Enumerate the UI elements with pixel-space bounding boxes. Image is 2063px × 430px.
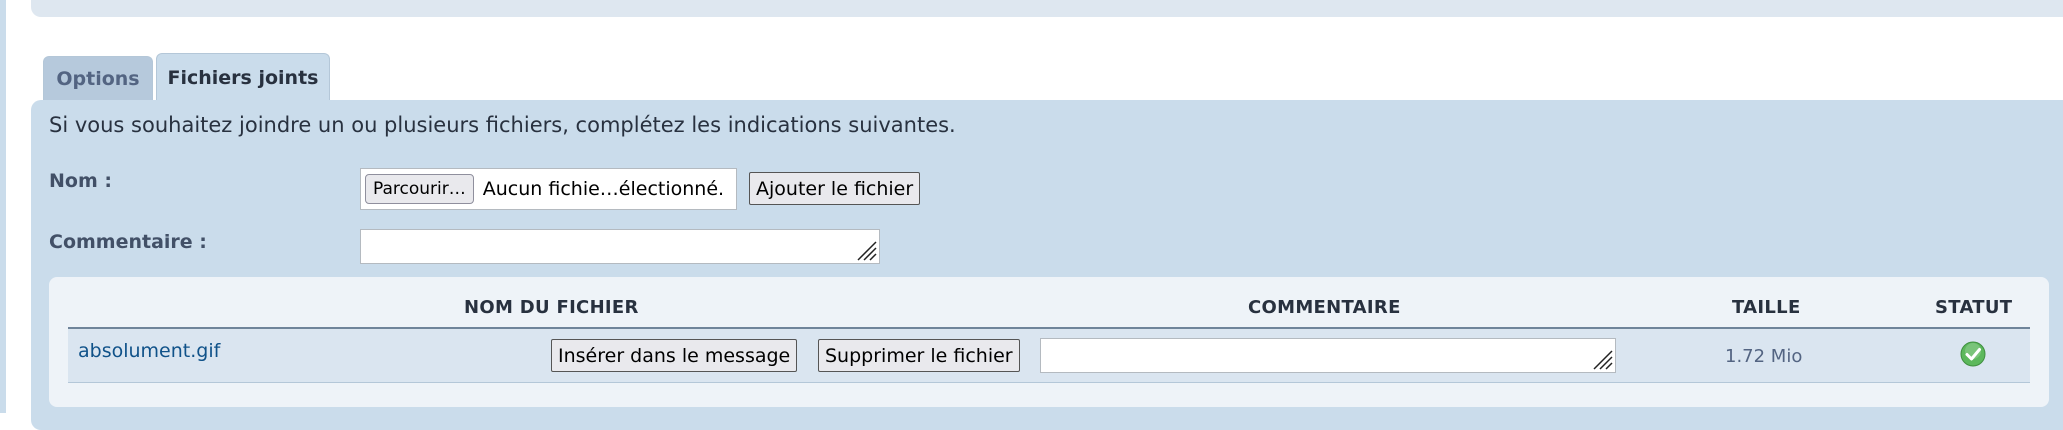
insert-in-message-button[interactable]: Insérer dans le message bbox=[551, 339, 798, 372]
header-comment: COMMENTAIRE bbox=[1248, 297, 1401, 318]
header-filename: NOM DU FICHIER bbox=[464, 297, 639, 318]
tab-options[interactable]: Options bbox=[43, 56, 153, 100]
attachment-filename-link[interactable]: absolument.gif bbox=[78, 340, 220, 362]
row-comment-textarea[interactable] bbox=[1040, 338, 1616, 373]
page-left-border bbox=[0, 0, 6, 413]
header-size: TAILLE bbox=[1732, 297, 1801, 318]
resize-grip-icon[interactable] bbox=[855, 239, 877, 261]
top-panel bbox=[31, 0, 2063, 17]
browse-button[interactable]: Parcourir… bbox=[365, 174, 474, 204]
comment-label: Commentaire : bbox=[49, 231, 207, 253]
tab-attachments[interactable]: Fichiers joints bbox=[156, 53, 330, 101]
delete-file-button[interactable]: Supprimer le fichier bbox=[818, 339, 1020, 372]
resize-grip-icon[interactable] bbox=[1591, 348, 1613, 370]
attachments-intro: Si vous souhaitez joindre un ou plusieur… bbox=[49, 113, 956, 137]
no-file-selected-text: Aucun fichie…électionné. bbox=[482, 178, 725, 200]
file-input[interactable]: Parcourir… Aucun fichie…électionné. bbox=[360, 168, 737, 210]
name-label: Nom : bbox=[49, 170, 112, 192]
comment-textarea[interactable] bbox=[360, 229, 880, 264]
add-file-button[interactable]: Ajouter le fichier bbox=[749, 172, 921, 205]
header-status: STATUT bbox=[1935, 297, 2013, 318]
attachment-size: 1.72 Mio bbox=[1725, 346, 1803, 367]
check-circle-icon bbox=[1960, 341, 1986, 367]
